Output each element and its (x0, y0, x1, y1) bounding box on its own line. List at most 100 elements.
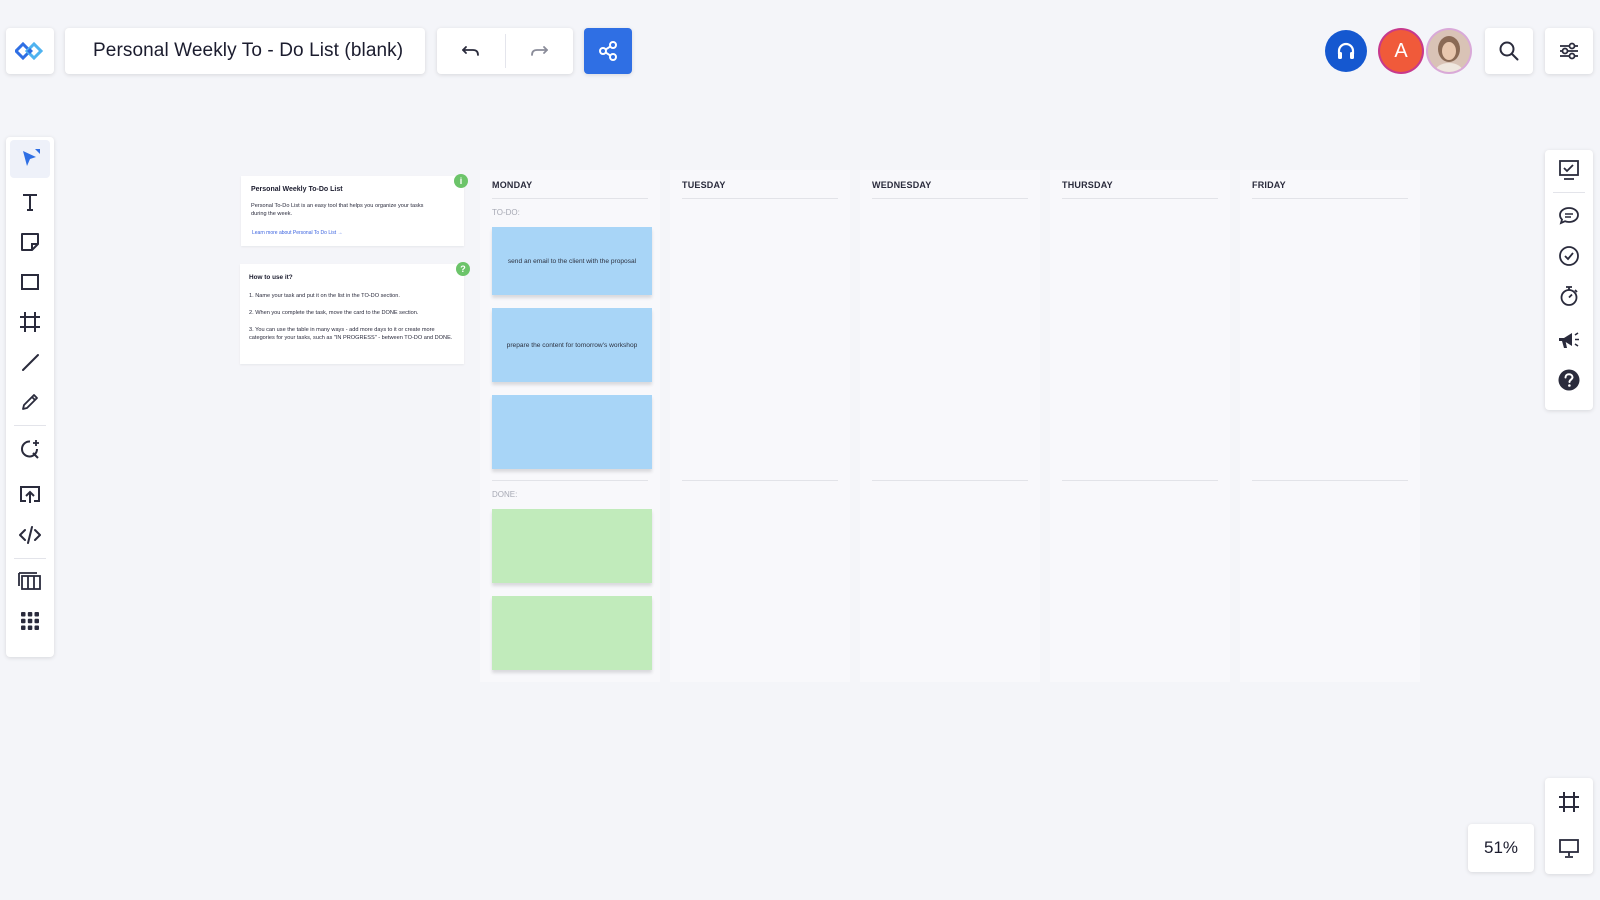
select-arrow-icon (23, 149, 40, 166)
day-heading: THURSDAY (1062, 180, 1113, 190)
day-heading: MONDAY (492, 180, 533, 190)
section-divider (1252, 480, 1408, 481)
presentation-button[interactable] (1549, 828, 1589, 868)
day-heading: FRIDAY (1252, 180, 1286, 190)
board-title[interactable]: Personal Weekly To - Do List (blank) (65, 40, 403, 62)
section-divider (872, 480, 1028, 481)
share-icon (599, 41, 617, 61)
comments-button[interactable] (1549, 196, 1589, 236)
user-photo-icon (1428, 30, 1470, 72)
redo-button[interactable] (506, 28, 574, 74)
zoom-value: 51% (1483, 838, 1519, 857)
text-icon (23, 194, 37, 211)
day-divider (1252, 198, 1408, 199)
toolbar-divider (14, 425, 46, 426)
sticky-note[interactable] (492, 509, 652, 583)
howto-card[interactable]: How to use it? 1. Name your task and put… (240, 264, 464, 364)
info-badge-icon: i (459, 176, 463, 186)
apps-grid-icon (21, 612, 39, 630)
howto-step-3: 3. You can use the table in many ways - … (249, 327, 453, 341)
timer-icon (1560, 286, 1578, 306)
sticky-note[interactable] (492, 395, 652, 469)
day-divider (492, 198, 648, 199)
upload-icon (20, 486, 40, 503)
pen-icon (22, 394, 38, 410)
day-column-wednesday[interactable]: WEDNESDAY (860, 170, 1040, 682)
line-tool[interactable] (10, 343, 50, 381)
text-tool[interactable] (10, 183, 50, 221)
board-overview-button[interactable] (1549, 150, 1589, 190)
frame-tool[interactable] (10, 303, 50, 341)
right-toolbar (1545, 150, 1593, 410)
search-icon (1499, 41, 1519, 61)
toolbar-divider (1553, 192, 1585, 193)
section-divider (492, 480, 648, 481)
shape-add-icon (21, 440, 39, 459)
section-divider (1062, 480, 1218, 481)
logo[interactable] (6, 28, 54, 74)
sliders-icon (1560, 42, 1578, 60)
sticky-note-text: send an email to the client with the pro… (507, 257, 637, 265)
upload-tool[interactable] (10, 476, 50, 514)
embed-code-icon (19, 526, 41, 544)
howto-step-2: 2. When you complete the task, move the … (249, 310, 419, 316)
shape-tool[interactable] (10, 430, 50, 468)
done-label: DONE: (492, 490, 518, 499)
support-button[interactable] (1325, 30, 1367, 72)
apps-tool[interactable] (10, 602, 50, 640)
undo-button[interactable] (437, 28, 505, 74)
day-divider (682, 198, 838, 199)
redo-icon (531, 46, 549, 56)
user-avatar-photo[interactable] (1428, 30, 1470, 72)
info-card-link[interactable]: Learn more about Personal To Do List → (252, 230, 343, 236)
tasks-button[interactable] (1549, 236, 1589, 276)
select-tool[interactable] (10, 140, 50, 178)
timer-button[interactable] (1549, 276, 1589, 316)
share-button[interactable] (584, 28, 632, 74)
sticky-note-text: prepare the content for tomorrow's works… (506, 341, 638, 349)
info-card-title: Personal Weekly To-Do List (251, 186, 343, 193)
sticky-note[interactable] (492, 596, 652, 670)
avatar-letter: A (1394, 39, 1408, 62)
left-toolbar (6, 137, 54, 657)
table-tool[interactable] (10, 562, 50, 600)
user-avatar-a[interactable]: A (1380, 30, 1422, 72)
frame-icon (20, 312, 40, 332)
presentation-icon (1559, 839, 1579, 858)
day-column-thursday[interactable]: THURSDAY (1050, 170, 1230, 682)
board-settings-button[interactable] (1545, 28, 1593, 74)
section-divider (682, 480, 838, 481)
todo-label: TO-DO: (492, 208, 520, 217)
sticky-note-tool[interactable] (10, 223, 50, 261)
help-button[interactable] (1549, 360, 1589, 400)
sticky-note[interactable]: send an email to the client with the pro… (492, 227, 652, 295)
day-column-tuesday[interactable]: TUESDAY (670, 170, 850, 682)
day-divider (872, 198, 1028, 199)
frame-icon (1559, 792, 1579, 812)
headphones-icon (1337, 42, 1355, 59)
undo-icon (461, 46, 479, 56)
rectangle-tool[interactable] (10, 263, 50, 301)
board-title-box[interactable]: Personal Weekly To - Do List (blank) (65, 28, 425, 74)
pen-tool[interactable] (10, 383, 50, 421)
announcements-icon (1559, 332, 1579, 348)
help-icon (1558, 369, 1580, 391)
sticky-note[interactable]: prepare the content for tomorrow's works… (492, 308, 652, 382)
search-button[interactable] (1485, 28, 1533, 74)
comments-icon (1559, 207, 1579, 225)
day-heading: WEDNESDAY (872, 180, 932, 190)
help-badge: ? (456, 262, 470, 276)
day-heading: TUESDAY (682, 180, 726, 190)
frames-button[interactable] (1549, 782, 1589, 822)
embed-tool[interactable] (10, 516, 50, 554)
info-card-description: Personal To-Do List is an easy tool that… (251, 203, 424, 217)
rectangle-icon (21, 274, 39, 290)
announcements-button[interactable] (1549, 320, 1589, 360)
table-icon (18, 572, 41, 590)
info-card[interactable]: Personal Weekly To-Do List Personal To-D… (241, 176, 464, 246)
day-column-friday[interactable]: FRIDAY (1240, 170, 1420, 682)
undo-redo-group (437, 28, 573, 74)
zoom-level[interactable]: 51% (1468, 824, 1534, 872)
day-column-monday[interactable]: MONDAY TO-DO: send an email to the clien… (480, 170, 660, 682)
info-badge: i (454, 174, 468, 188)
